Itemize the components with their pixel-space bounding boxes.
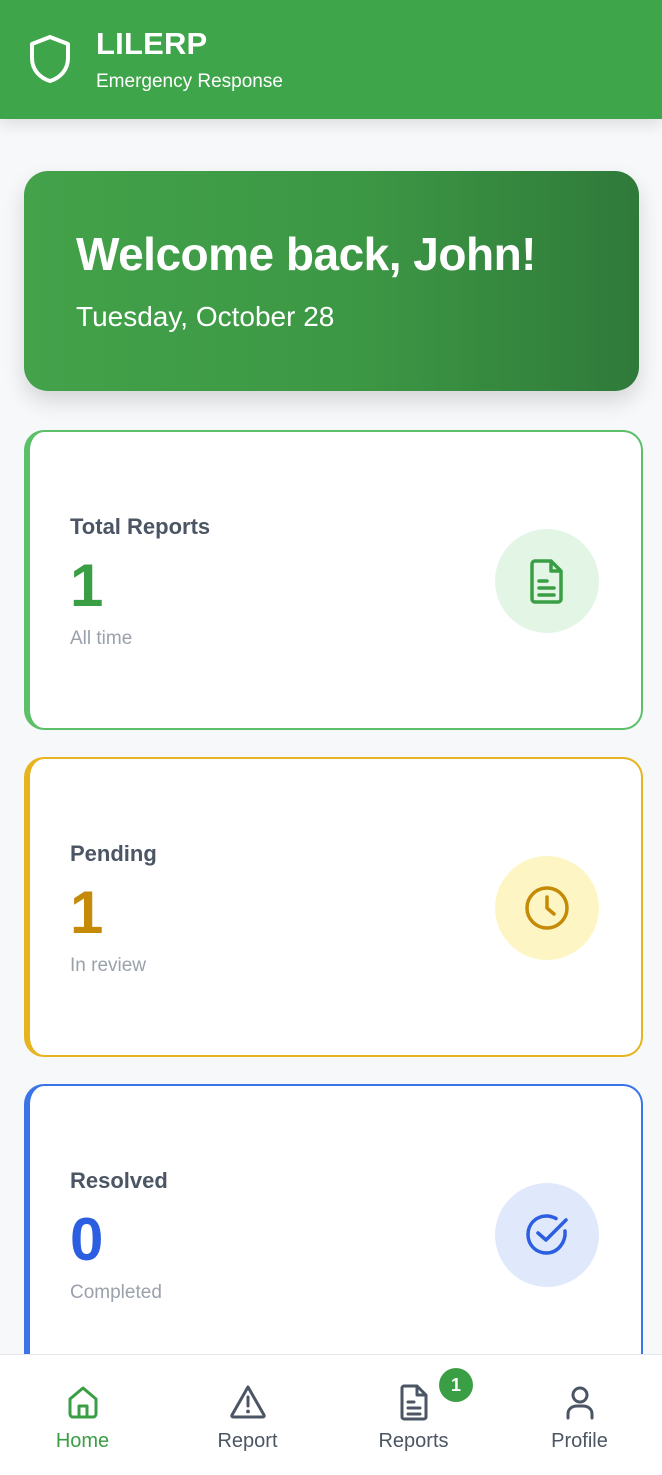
app-subtitle: Emergency Response <box>96 71 283 92</box>
document-icon <box>400 1384 427 1421</box>
nav-item-report[interactable]: Report <box>165 1355 330 1475</box>
check-circle-icon <box>526 1214 568 1255</box>
welcome-banner: Welcome back, John! Tuesday, October 28 <box>24 171 639 391</box>
stat-caption: Completed <box>70 1282 162 1303</box>
nav-label-home: Home <box>55 1430 110 1452</box>
nav-label-report: Report <box>217 1430 278 1452</box>
stat-value: 1 <box>70 879 104 946</box>
stat-value: 1 <box>70 552 104 619</box>
nav-item-reports[interactable]: Reports <box>331 1355 496 1475</box>
clock-icon <box>525 886 569 930</box>
stat-label: Pending <box>70 841 157 866</box>
stat-label: Total Reports <box>70 514 211 539</box>
welcome-date: Tuesday, October 28 <box>76 301 335 332</box>
nav-label-reports: Reports <box>378 1430 449 1452</box>
shield-icon <box>30 35 70 83</box>
document-icon <box>530 559 563 604</box>
stat-icon-circle <box>495 529 599 633</box>
nav-item-home[interactable]: Home <box>0 1355 165 1475</box>
nav-item-profile[interactable]: Profile <box>497 1355 662 1475</box>
stat-value: 0 <box>70 1206 104 1273</box>
stat-caption: In review <box>70 955 147 976</box>
nav-label-profile: Profile <box>551 1430 608 1452</box>
stat-card-pending[interactable]: Pending 1 In review <box>24 757 643 1057</box>
stat-card-total-reports[interactable]: Total Reports 1 All time <box>24 430 643 730</box>
home-icon <box>68 1386 97 1419</box>
reports-count-badge: 1 <box>439 1368 473 1402</box>
app-header: LILERP Emergency Response <box>0 0 662 119</box>
user-icon <box>566 1386 593 1420</box>
stat-label: Resolved <box>70 1168 168 1193</box>
app-title: LILERP <box>96 26 208 61</box>
welcome-title: Welcome back, John! <box>76 228 537 280</box>
stat-icon-circle <box>495 856 599 960</box>
stat-card-resolved[interactable]: Resolved 0 Completed <box>24 1084 643 1384</box>
stat-icon-circle <box>495 1183 599 1287</box>
bottom-nav: Home Report Reports Profile <box>0 1354 662 1475</box>
warning-icon <box>229 1385 266 1419</box>
stat-caption: All time <box>70 628 133 649</box>
